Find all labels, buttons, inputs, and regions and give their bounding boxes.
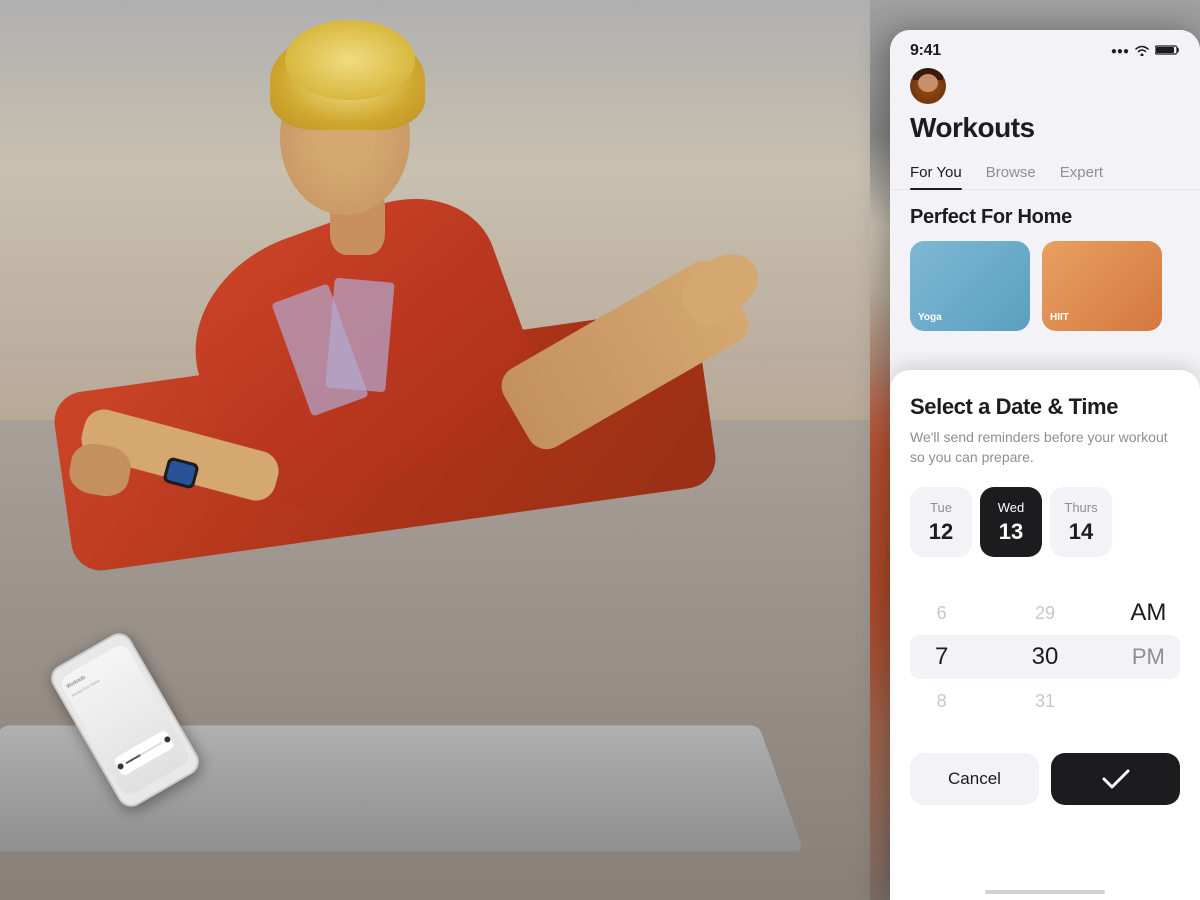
workout-cards-row: Yoga HIIT [890, 241, 1200, 347]
day-tue-number: 12 [929, 519, 953, 545]
day-thurs[interactable]: Thurs 14 [1050, 487, 1112, 557]
day-thurs-name: Thurs [1064, 500, 1097, 515]
day-tue-name: Tue [930, 500, 952, 515]
day-selector: Tue 12 Wed 13 Thurs 14 [910, 487, 1180, 557]
hour-selected: 7 [890, 635, 993, 679]
day-wed[interactable]: Wed 13 [980, 487, 1042, 557]
day-wed-number: 13 [999, 519, 1023, 545]
minute-column[interactable]: 29 30 31 [993, 591, 1096, 723]
wifi-icon [1134, 44, 1150, 59]
day-wed-name: Wed [998, 500, 1025, 515]
tab-expert[interactable]: Expert [1060, 156, 1103, 189]
tab-bar: For You Browse Expert [890, 156, 1200, 190]
status-time: 9:41 [910, 42, 941, 60]
tab-browse[interactable]: Browse [986, 156, 1036, 189]
section-header: Perfect For Home [890, 190, 1200, 241]
status-icons: ●●● [1111, 44, 1180, 59]
day-thurs-number: 14 [1069, 519, 1093, 545]
day-tue[interactable]: Tue 12 [910, 487, 972, 557]
ampm-column[interactable]: AM PM [1097, 591, 1200, 723]
minute-prev: 29 [993, 591, 1096, 635]
datetime-modal: Select a Date & Time We'll send reminder… [890, 370, 1200, 900]
ampm-pm: PM [1132, 635, 1165, 679]
minute-selected: 30 [993, 635, 1096, 679]
signal-icon: ●●● [1111, 46, 1129, 57]
hour-column[interactable]: 6 7 8 [890, 591, 993, 723]
workout-card-1[interactable]: Yoga [910, 241, 1030, 331]
time-picker: 6 7 8 29 30 31 AM PM [890, 577, 1200, 737]
status-bar: 9:41 ●●● [890, 30, 1200, 68]
tab-for-you[interactable]: For You [910, 156, 962, 189]
minute-next: 31 [993, 679, 1096, 723]
hour-prev: 6 [890, 591, 993, 635]
page-title: Workouts [910, 112, 1180, 144]
modal-subtitle: We'll send reminders before your workout… [910, 428, 1180, 467]
avatar[interactable] [910, 68, 946, 104]
ios-panel: 9:41 ●●● Workouts For You Browse Expert … [890, 30, 1200, 900]
confirm-icon [1102, 769, 1130, 789]
workout-card-2[interactable]: HIIT [1042, 241, 1162, 331]
cancel-button[interactable]: Cancel [910, 753, 1039, 805]
page-title-section: Workouts [890, 112, 1200, 156]
confirm-button[interactable] [1051, 753, 1180, 805]
modal-title: Select a Date & Time [910, 394, 1180, 420]
hour-next: 8 [890, 679, 993, 723]
ampm-am: AM [1130, 591, 1166, 635]
modal-buttons: Cancel [910, 753, 1180, 805]
app-header [890, 68, 1200, 112]
section-title: Perfect For Home [910, 206, 1180, 229]
battery-icon [1155, 44, 1180, 59]
home-indicator [985, 890, 1105, 894]
